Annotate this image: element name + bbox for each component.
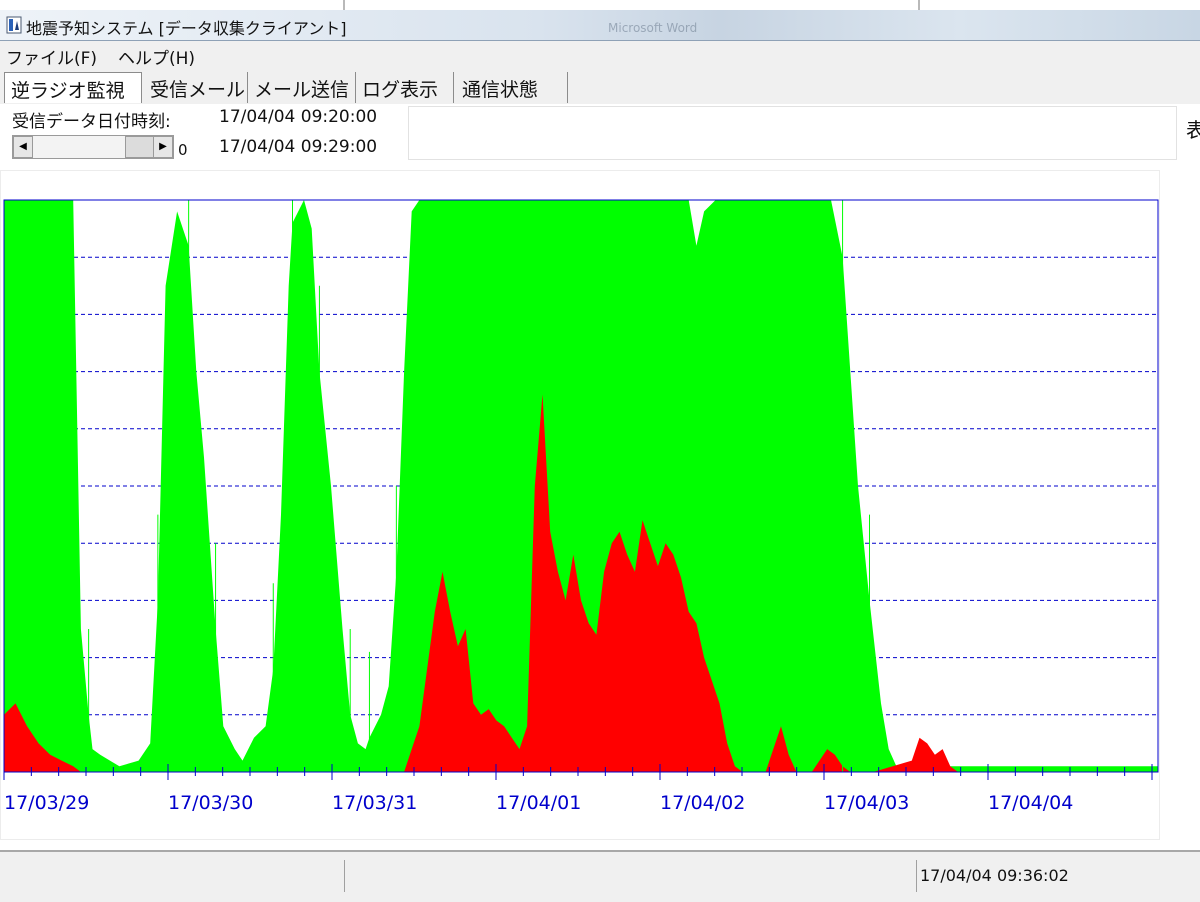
received-time-to: 17/04/04 09:29:00	[219, 137, 378, 157]
x-tick-label: 17/03/29	[4, 792, 89, 814]
tab-label: 逆ラジオ監視	[11, 80, 125, 102]
tab-bar: 逆ラジオ監視 受信メール メール送信 ログ表示 通信状態	[0, 68, 1200, 104]
status-separator	[344, 860, 345, 892]
info-box	[408, 106, 1177, 160]
tab-label: 通信状態	[462, 79, 539, 101]
received-datetime-label: 受信データ日付時刻:	[12, 112, 171, 132]
monitor-chart: 17/03/29 17/03/30 17/03/31 17/04/01 17/04/02…	[3, 199, 1159, 814]
tab-send-mail[interactable]: メール送信	[248, 72, 356, 103]
x-tick-label: 17/03/31	[332, 792, 417, 814]
window-title: 地震予知システム [データ収集クライアント]	[26, 19, 347, 38]
x-tick-label: 17/04/04	[988, 792, 1073, 814]
x-tick-label: 17/03/30	[168, 792, 253, 814]
x-tick-label: 17/04/03	[824, 792, 909, 814]
triangle-left-icon: ◀	[19, 141, 27, 152]
x-tick-label: 17/04/02	[660, 792, 745, 814]
top-strip-separator	[343, 0, 345, 10]
tab-reverse-radio-monitor[interactable]: 逆ラジオ監視	[4, 72, 142, 103]
status-bar: 17/04/04 09:36:02	[0, 850, 1200, 902]
background-window-title: Microsoft Word	[608, 21, 698, 35]
status-time: 17/04/04 09:36:02	[920, 866, 1069, 885]
menu-bar: ファイル(F) ヘルプ(H)	[0, 41, 1200, 69]
scroll-right-button[interactable]: ▶	[153, 136, 173, 158]
tab-received-mail[interactable]: 受信メール	[142, 72, 248, 103]
right-edge-text: 表	[1186, 118, 1200, 142]
tab-label: ログ表示	[362, 79, 439, 101]
menu-file[interactable]: ファイル(F)	[6, 44, 97, 69]
tab-label: メール送信	[254, 79, 350, 101]
menu-help[interactable]: ヘルプ(H)	[118, 44, 195, 69]
top-strip-separator	[918, 0, 920, 10]
app-icon	[6, 16, 22, 34]
triangle-right-icon: ▶	[159, 141, 167, 152]
tab-log-view[interactable]: ログ表示	[356, 72, 454, 103]
title-bar: 地震予知システム [データ収集クライアント] Microsoft Word	[0, 10, 1200, 41]
scroll-thumb[interactable]	[125, 136, 155, 158]
top-strip	[0, 0, 1200, 10]
status-separator	[916, 860, 917, 892]
scroll-value: 0	[178, 141, 188, 159]
tab-label: 受信メール	[150, 79, 246, 101]
x-tick-label: 17/04/01	[496, 792, 581, 814]
received-time-from: 17/04/04 09:20:00	[219, 107, 378, 127]
scroll-left-button[interactable]: ◀	[13, 136, 33, 158]
time-scrollbar[interactable]: ◀ ▶	[12, 135, 174, 159]
tab-connection-status[interactable]: 通信状態	[454, 72, 568, 103]
